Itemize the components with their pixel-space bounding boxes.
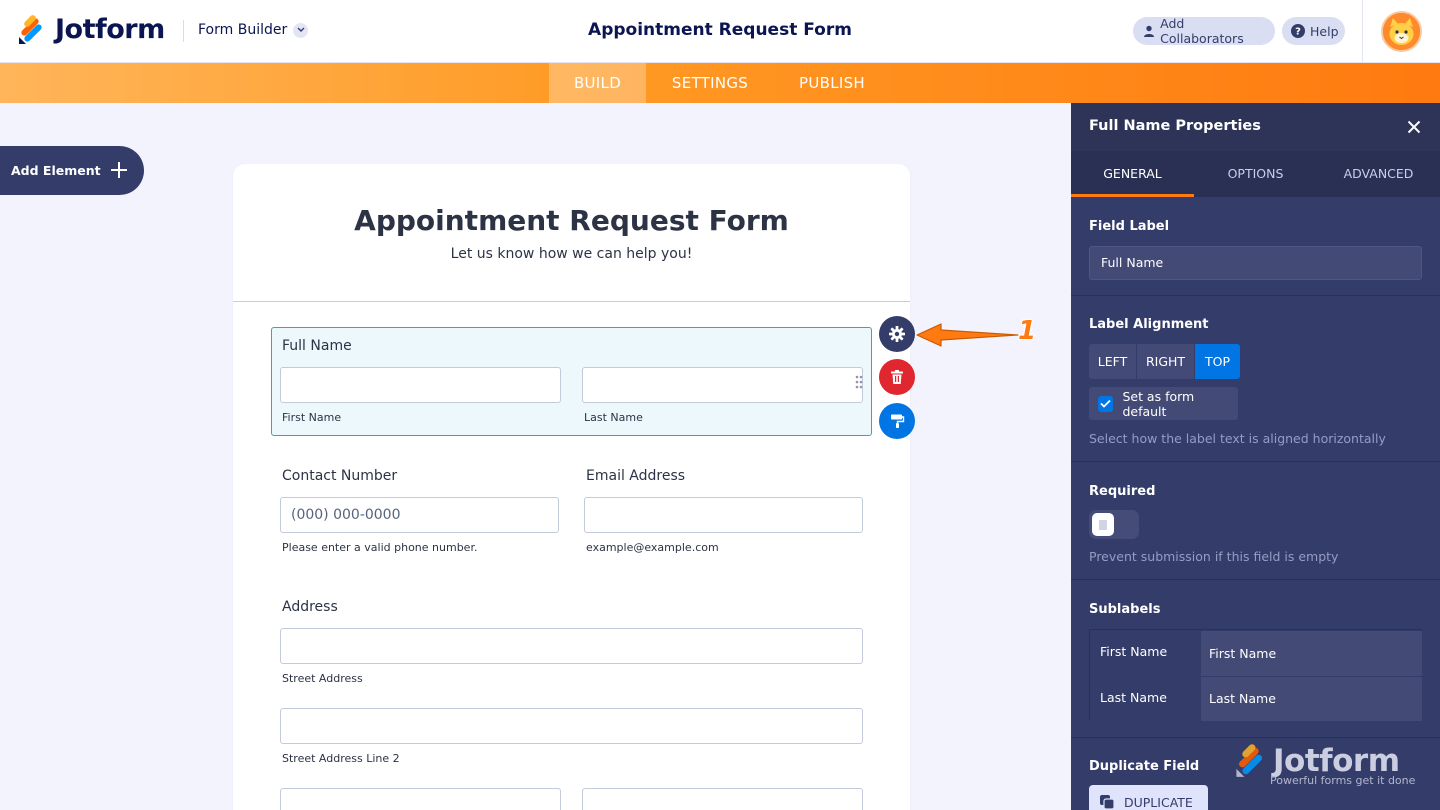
duplicate-label: DUPLICATE (1124, 794, 1193, 810)
app-switcher-label: Form Builder (198, 22, 288, 38)
contact-number-input[interactable]: (000) 000-0000 (280, 497, 559, 533)
email-address-label[interactable]: Email Address (586, 468, 685, 484)
duplicate-field-heading: Duplicate Field (1089, 759, 1200, 774)
email-address-sublabel: example@example.com (586, 541, 719, 554)
tab-general[interactable]: GENERAL (1071, 151, 1194, 197)
sublabel-input-last[interactable]: Last Name (1201, 677, 1422, 721)
panel-title: Full Name Properties (1089, 118, 1261, 134)
header-divider (183, 20, 184, 42)
user-avatar[interactable] (1381, 11, 1422, 52)
builder-tabs: BUILD SETTINGS PUBLISH (0, 63, 1440, 103)
delete-field-button[interactable] (879, 359, 915, 395)
annotation-number-1: 1 (1018, 316, 1037, 346)
address-label[interactable]: Address (282, 599, 338, 615)
city-input[interactable] (280, 788, 561, 810)
grip-lines-icon (1099, 519, 1107, 530)
svg-text:?: ? (1295, 27, 1301, 38)
set-form-default-label: Set as form default (1122, 388, 1195, 419)
header-divider-line (233, 301, 910, 302)
required-toggle[interactable] (1089, 510, 1139, 539)
add-element-label: Add Element (11, 163, 101, 178)
avatar-cat-icon (1383, 13, 1420, 50)
close-icon[interactable] (1407, 119, 1423, 135)
email-address-input[interactable] (584, 497, 863, 533)
section-divider (1071, 737, 1440, 738)
trash-icon (891, 370, 903, 384)
form-subheading[interactable]: Let us know how we can help you! (233, 246, 910, 262)
annotation-arrow-1 (916, 323, 1019, 347)
top-header: Jotform Form Builder Appointment Request… (0, 0, 1440, 63)
first-name-input[interactable] (280, 367, 561, 403)
tab-build[interactable]: BUILD (549, 63, 646, 103)
tab-settings[interactable]: SETTINGS (656, 63, 764, 103)
street-address-input[interactable] (280, 628, 863, 664)
add-collaborators-button[interactable]: Add Collaborators (1133, 16, 1275, 46)
question-icon: ? (1291, 24, 1305, 38)
section-divider (1071, 295, 1440, 296)
jotform-logo[interactable]: Jotform (17, 14, 165, 45)
toggle-knob (1092, 513, 1114, 536)
add-collaborators-label: Add Collaborators (1160, 16, 1244, 46)
section-divider (1071, 461, 1440, 462)
checkmark-icon (1098, 395, 1114, 412)
last-name-sublabel: Last Name (584, 411, 643, 424)
jotform-watermark-logo-icon (1236, 744, 1263, 777)
field-designer-button[interactable] (879, 403, 915, 439)
section-divider (1071, 579, 1440, 580)
paint-roller-icon (891, 414, 905, 428)
last-name-input[interactable] (582, 367, 863, 403)
align-right-button[interactable]: RIGHT (1137, 344, 1194, 379)
jotform-watermark: Jotform Powerful forms get it done (1233, 743, 1416, 789)
field-label-heading: Field Label (1089, 219, 1170, 234)
panel-header: Full Name Properties (1071, 103, 1440, 151)
sublabel-name-last: Last Name (1090, 676, 1201, 722)
chevron-down-icon (293, 22, 309, 38)
add-element-button[interactable]: Add Element (0, 146, 144, 195)
required-heading: Required (1089, 484, 1156, 499)
sublabel-name-first: First Name (1090, 630, 1201, 676)
label-alignment-heading: Label Alignment (1089, 317, 1209, 332)
label-alignment-hint: Select how the label text is aligned hor… (1089, 431, 1386, 446)
tab-publish[interactable]: PUBLISH (782, 63, 882, 103)
sublabels-table: First Name First Name Last Name Last Nam… (1089, 629, 1422, 722)
gear-icon (889, 326, 905, 342)
jotform-logo-icon (17, 14, 45, 45)
form-canvas: Appointment Request Form Let us know how… (233, 164, 910, 810)
plus-icon (110, 161, 128, 179)
copy-icon (1100, 795, 1115, 810)
app-switcher[interactable]: Form Builder (198, 22, 309, 38)
sublabels-heading: Sublabels (1089, 602, 1161, 617)
align-left-button[interactable]: LEFT (1089, 344, 1136, 379)
tab-options[interactable]: OPTIONS (1194, 151, 1317, 197)
drag-handle-icon[interactable] (855, 374, 863, 389)
brand-name: Jotform (55, 14, 165, 45)
duplicate-button[interactable]: DUPLICATE (1089, 785, 1208, 810)
street-address-line2-sublabel: Street Address Line 2 (282, 752, 400, 765)
state-input[interactable] (582, 788, 863, 810)
user-icon (1142, 24, 1155, 38)
required-hint: Prevent submission if this field is empt… (1089, 549, 1339, 564)
form-title-header[interactable]: Appointment Request Form (588, 20, 852, 40)
tab-advanced[interactable]: ADVANCED (1317, 151, 1440, 197)
help-label: Help (1310, 23, 1339, 39)
street-address-line2-input[interactable] (280, 708, 863, 744)
panel-tabs: GENERAL OPTIONS ADVANCED (1071, 151, 1440, 197)
sublabel-input-first[interactable]: First Name (1201, 631, 1422, 676)
help-button[interactable]: ? Help (1282, 17, 1345, 45)
watermark-tagline: Powerful forms get it done (1270, 774, 1416, 787)
properties-panel: Full Name Properties GENERAL OPTIONS ADV… (1071, 103, 1440, 810)
contact-number-label[interactable]: Contact Number (282, 468, 397, 484)
header-divider-right (1362, 0, 1363, 63)
contact-number-sublabel: Please enter a valid phone number. (282, 541, 478, 554)
align-top-button[interactable]: TOP (1195, 344, 1240, 379)
full-name-label[interactable]: Full Name (282, 338, 352, 354)
set-form-default-checkbox[interactable]: Set as form default (1089, 387, 1238, 420)
form-heading[interactable]: Appointment Request Form (233, 204, 910, 237)
first-name-sublabel: First Name (282, 411, 342, 424)
street-address-sublabel: Street Address (282, 672, 363, 685)
field-label-input[interactable]: Full Name (1089, 246, 1422, 280)
